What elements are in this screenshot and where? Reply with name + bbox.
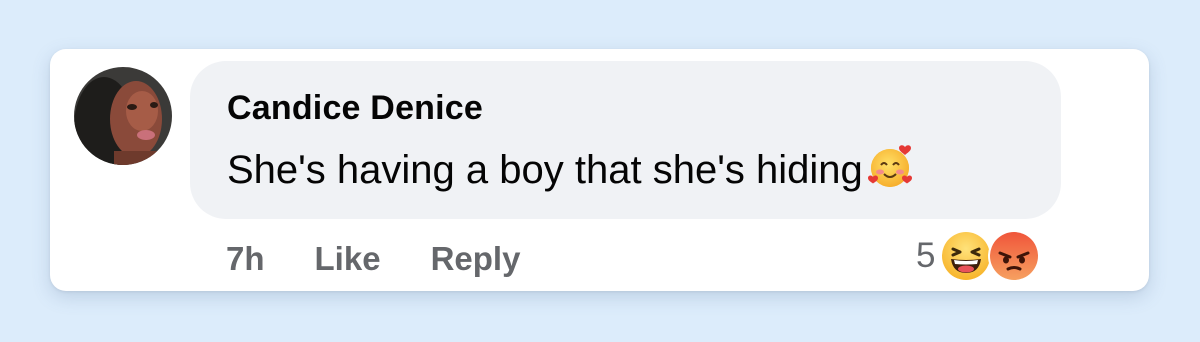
comment-text-row: She's having a boy that she's hiding	[227, 145, 915, 195]
comment-text: She's having a boy that she's hiding	[227, 147, 863, 192]
haha-reaction-icon	[939, 229, 993, 283]
avatar[interactable]	[74, 67, 172, 165]
comment-bubble: Candice Denice She's having a boy that s…	[190, 61, 1061, 219]
comment-card: Candice Denice She's having a boy that s…	[50, 49, 1149, 291]
comment-author[interactable]: Candice Denice	[227, 89, 483, 128]
smiling-face-with-hearts-icon	[865, 141, 915, 191]
reactions-summary[interactable]: 5	[916, 229, 1041, 283]
comment-timestamp[interactable]: 7h	[226, 240, 265, 278]
reaction-count: 5	[916, 236, 936, 275]
comment-actions: 7h Like Reply	[226, 240, 520, 278]
angry-reaction-icon	[987, 229, 1041, 283]
reply-button[interactable]: Reply	[431, 240, 521, 278]
like-button[interactable]: Like	[315, 240, 381, 278]
